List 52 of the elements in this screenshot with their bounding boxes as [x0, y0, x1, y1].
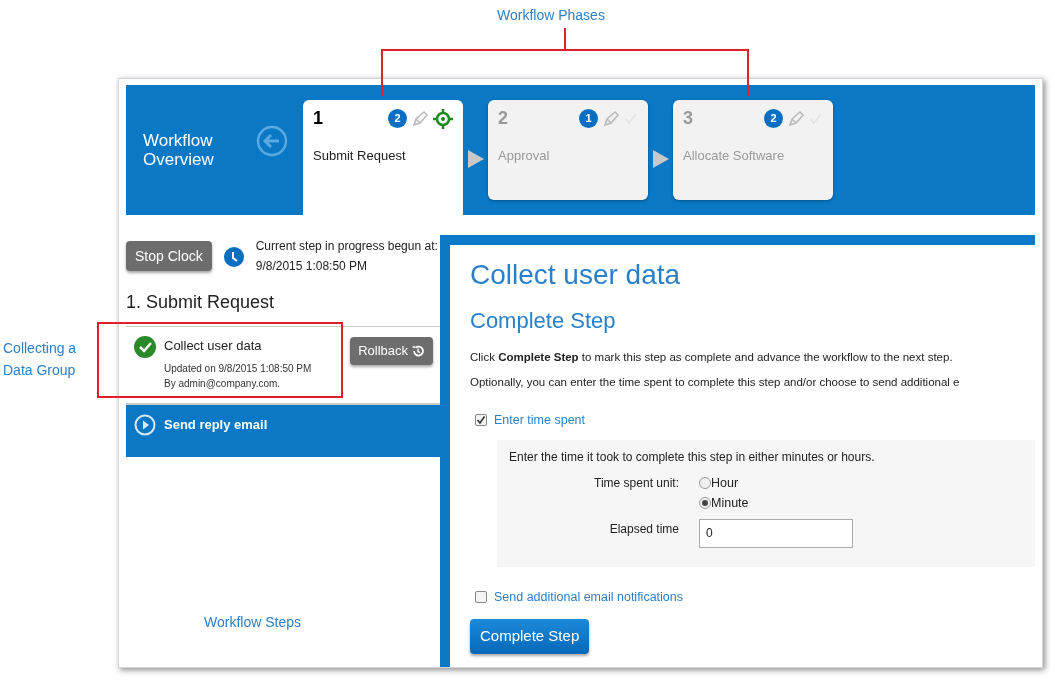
- option-label[interactable]: Enter time spent: [494, 411, 585, 430]
- count-badge: 2: [764, 109, 783, 128]
- check-circle-icon: [134, 336, 156, 358]
- phase-card[interactable]: 1 2 Submit Request: [303, 100, 463, 215]
- phase-title: 1. Submit Request: [126, 291, 276, 314]
- unit-label: Time spent unit:: [593, 474, 680, 492]
- phase-number: 2: [498, 107, 509, 130]
- instruction-text: Click Complete Step to mark this step as complete and advance the workflow to the next step.: [470, 350, 954, 365]
- radio-option[interactable]: Minute: [699, 492, 749, 513]
- phase-number: 1: [313, 107, 324, 130]
- phase-name: Approval: [498, 147, 551, 165]
- chevron-icon: [652, 150, 669, 168]
- radio-button[interactable]: [699, 476, 711, 489]
- callout-label: Collecting a Data Group: [3, 339, 78, 380]
- callout-label: Workflow Steps: [204, 613, 301, 632]
- pencil-icon: [602, 109, 620, 128]
- header-title: Workflow Overview: [142, 130, 215, 171]
- rollback-button[interactable]: Rollback: [350, 337, 433, 365]
- updated-text: Updated on 9/8/2015 1:08:50 PM: [164, 362, 312, 376]
- phase-name: Allocate Software: [683, 147, 786, 165]
- play-circle-icon: [134, 414, 156, 436]
- option-label[interactable]: Send additional email notifications: [494, 587, 683, 607]
- content-subtitle: Complete Step: [470, 308, 617, 334]
- clock-icon: [223, 247, 244, 267]
- count-badge: 2: [388, 109, 407, 128]
- callout-label: Workflow Phases: [497, 6, 605, 25]
- phase-card[interactable]: 2 1 Approval: [488, 100, 648, 200]
- radio-button[interactable]: [699, 496, 711, 509]
- phase-number: 3: [683, 107, 694, 130]
- radio-option[interactable]: Hour: [699, 472, 749, 493]
- complete-step-button[interactable]: Complete Step: [470, 618, 590, 654]
- pencil-icon: [411, 109, 429, 128]
- clock-time: 9/8/2015 1:08:50 PM: [255, 258, 369, 275]
- count-badge: 1: [579, 109, 598, 128]
- phase-card[interactable]: 3 2 Allocate Software: [673, 100, 833, 200]
- step-title: Send reply email: [164, 416, 268, 434]
- step-title: Collect user data: [164, 337, 263, 355]
- phase-name: Submit Request: [313, 147, 407, 165]
- pencil-icon: [787, 109, 805, 128]
- step-row[interactable]: Send reply email: [126, 405, 440, 457]
- instruction-text: Optionally, you can enter the time spent to complete this step and/or choose to send additional e: [470, 375, 961, 390]
- elapsed-label: Elapsed time: [608, 520, 680, 538]
- chevron-icon: [467, 150, 484, 168]
- history-icon: [411, 344, 425, 358]
- updated-by-text: By admin@company.com.: [164, 377, 282, 391]
- elapsed-time-field[interactable]: 0: [699, 518, 853, 548]
- checkbox[interactable]: [475, 414, 487, 427]
- panel-hint: Enter the time it took to complete this step in either minutes or hours.: [509, 448, 876, 466]
- checkbox[interactable]: [475, 591, 487, 604]
- clock-text: Current step in progress begun at:: [255, 238, 438, 255]
- content-title: Collect user data: [470, 258, 682, 292]
- stop-clock-button[interactable]: Stop Clock: [126, 241, 212, 271]
